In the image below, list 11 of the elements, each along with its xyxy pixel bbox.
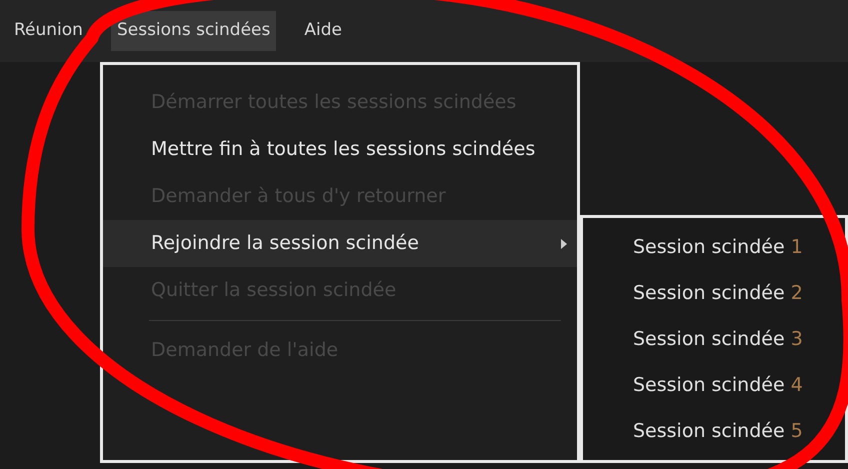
menu-bar-item[interactable]: Aide (298, 11, 348, 51)
menu-bar-item[interactable]: Réunion (8, 11, 89, 51)
submenu-arrow-icon (561, 238, 567, 248)
submenu-item[interactable]: Session scindée 3 (583, 316, 845, 362)
submenu-item[interactable]: Session scindée 1 (583, 224, 845, 270)
menu-item[interactable]: Rejoindre la session scindée (103, 220, 577, 267)
submenu-item[interactable]: Session scindée 4 (583, 362, 845, 408)
submenu-item[interactable]: Session scindée 5 (583, 408, 845, 454)
menu-item[interactable]: Mettre fin à toutes les sessions scindées (103, 126, 577, 173)
submenu-item[interactable]: Session scindée 2 (583, 270, 845, 316)
menu-bar-item[interactable]: Sessions scindées (110, 11, 276, 51)
